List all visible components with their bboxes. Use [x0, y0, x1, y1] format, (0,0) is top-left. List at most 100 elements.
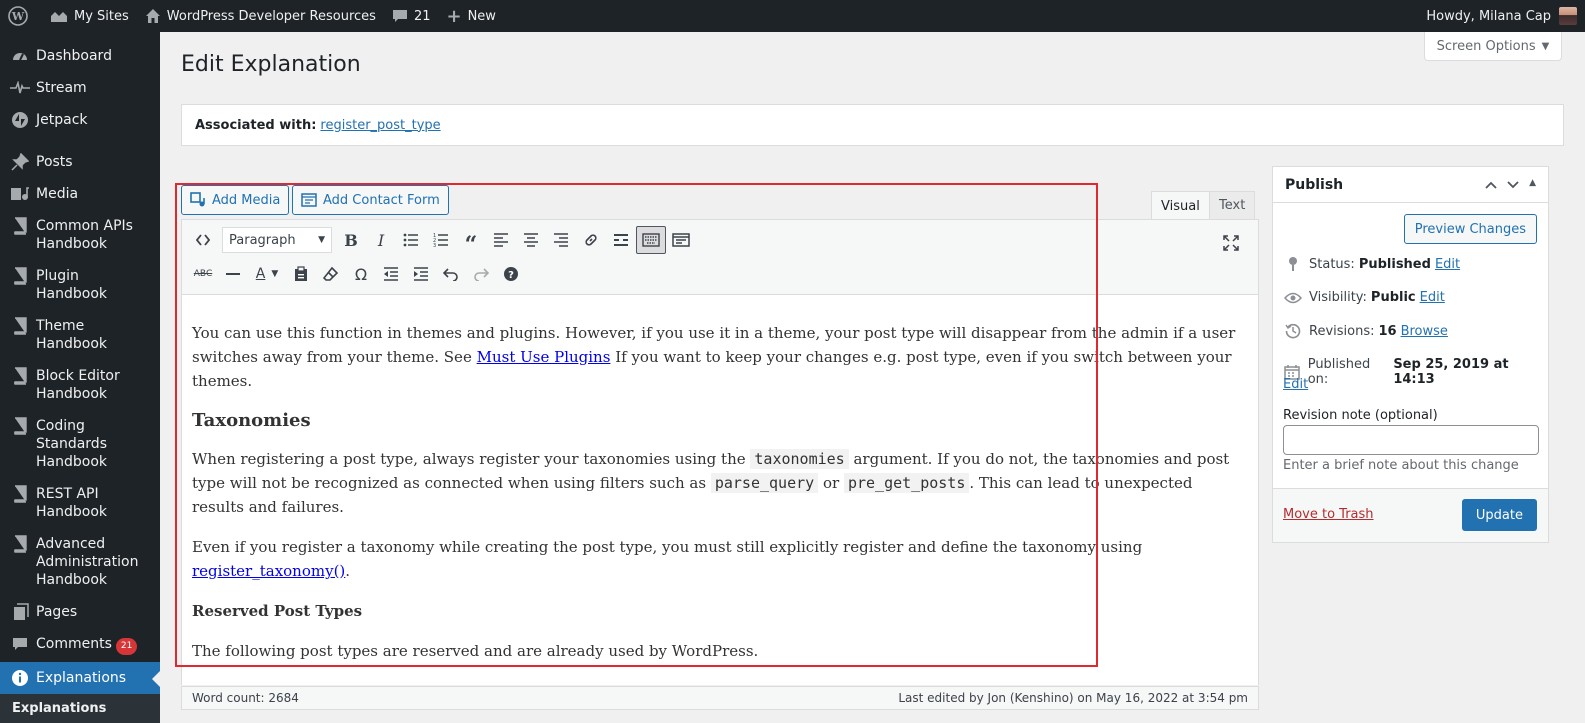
paste-text-icon[interactable] [286, 260, 316, 288]
clear-formatting-icon[interactable] [316, 260, 346, 288]
text-color-icon[interactable]: A ▼ [248, 260, 286, 288]
editor-content[interactable]: You can use this function in themes and … [181, 295, 1259, 685]
new-content-menu[interactable]: + New [438, 0, 503, 32]
align-center-icon[interactable] [516, 226, 546, 254]
numbered-list-icon[interactable]: 123 [426, 226, 456, 254]
content-text: or [822, 474, 840, 492]
howdy-label: Howdy, Milana Cap [1426, 8, 1551, 24]
contact-form-icon [301, 193, 317, 207]
horizontal-line-icon[interactable] [218, 260, 248, 288]
site-name-label: WordPress Developer Resources [166, 8, 376, 24]
tab-text[interactable]: Text [1209, 191, 1256, 219]
inline-code: taxonomies [750, 449, 849, 469]
sidebar-item-media[interactable]: Media [0, 178, 160, 210]
blockquote-icon[interactable]: “ [456, 226, 486, 256]
sidebar-item-rest-api-handbook[interactable]: REST API Handbook [0, 478, 160, 528]
revision-note-input[interactable] [1283, 425, 1539, 455]
edit-status-link[interactable]: Edit [1435, 257, 1460, 272]
book-icon [10, 417, 30, 435]
sidebar-item-jetpack[interactable]: Jetpack [0, 104, 160, 136]
jetpack-icon [10, 111, 30, 129]
browse-revisions-link[interactable]: Browse [1401, 324, 1448, 339]
sidebar-item-coding-standards-handbook[interactable]: Coding Standards Handbook [0, 410, 160, 478]
sidebar-item-advanced-administration-handbook[interactable]: Advanced Administration Handbook [0, 528, 160, 596]
page-icon [10, 603, 30, 621]
bold-icon[interactable]: B [336, 226, 366, 254]
publish-actions: Move to Trash Update [1273, 488, 1548, 542]
revisions-value: 16 [1378, 323, 1397, 339]
collapse-icon[interactable]: ▲ [1529, 178, 1536, 192]
book-icon [10, 217, 30, 235]
pin-icon [10, 153, 30, 171]
visibility-label: Visibility: [1309, 290, 1367, 305]
revisions-label: Revisions: [1309, 323, 1375, 339]
edit-date-link[interactable]: Edit [1283, 377, 1308, 392]
sidebar-item-stream[interactable]: Stream [0, 72, 160, 104]
register-taxonomy-link[interactable]: register_taxonomy() [192, 562, 345, 580]
my-sites-menu[interactable]: My Sites [42, 0, 137, 32]
indent-icon[interactable] [406, 260, 436, 288]
site-name-menu[interactable]: WordPress Developer Resources [137, 0, 384, 32]
format-select[interactable]: Paragraph ▼ [222, 227, 332, 253]
new-label: New [467, 8, 496, 24]
redo-icon[interactable] [466, 260, 496, 288]
word-count: Word count: 2684 [192, 691, 299, 705]
sidebar-item-dashboard[interactable]: Dashboard [0, 40, 160, 72]
sidebar-item-pages[interactable]: Pages [0, 596, 160, 628]
move-down-icon[interactable] [1507, 178, 1519, 192]
special-character-icon[interactable]: Ω [346, 260, 376, 288]
status-value: Published [1358, 256, 1431, 272]
sidebar-item-posts[interactable]: Posts [0, 146, 160, 178]
visibility-row: Visibility: Public Edit [1283, 290, 1445, 305]
inline-code: pre_get_posts [843, 473, 970, 493]
sidebar-item-common-apis-handbook[interactable]: Common APIs Handbook [0, 210, 160, 260]
editor-toolbar: Paragraph ▼ B I 123 “ ABC A ▼ Ω ? [181, 219, 1259, 295]
code-icon[interactable] [188, 226, 218, 254]
preview-changes-button[interactable]: Preview Changes [1403, 214, 1537, 244]
sidebar-item-explanations[interactable]: Explanations [0, 662, 160, 694]
read-more-icon[interactable] [606, 226, 636, 254]
sidebar-item-comments[interactable]: Comments 21 [0, 628, 160, 662]
align-right-icon[interactable] [546, 226, 576, 254]
home-icon [145, 8, 161, 24]
wordpress-logo-icon: W [8, 6, 28, 26]
tab-visual[interactable]: Visual [1151, 191, 1210, 220]
submenu-item-explanations[interactable]: Explanations [0, 694, 160, 723]
toolbar-toggle-icon[interactable] [636, 226, 666, 254]
strikethrough-icon[interactable]: ABC [188, 260, 218, 288]
list-item: post [232, 679, 1248, 685]
content-text: Even if you register a taxonomy while cr… [192, 538, 1143, 556]
move-up-icon[interactable] [1485, 178, 1497, 192]
update-button[interactable]: Update [1461, 499, 1537, 531]
form-embed-icon[interactable] [666, 226, 696, 254]
align-left-icon[interactable] [486, 226, 516, 254]
comment-bubble-icon [392, 8, 408, 24]
screen-options-button[interactable]: Screen Options ▼ [1424, 32, 1562, 61]
outdent-icon[interactable] [376, 260, 406, 288]
content-paragraph: The following post types are reserved an… [192, 642, 759, 660]
comments-menu[interactable]: 21 [384, 0, 439, 32]
italic-icon[interactable]: I [366, 226, 396, 254]
sidebar-item-block-editor-handbook[interactable]: Block Editor Handbook [0, 360, 160, 410]
bullet-list-icon[interactable] [396, 226, 426, 254]
undo-icon[interactable] [436, 260, 466, 288]
revisions-row: Revisions: 16 Browse [1283, 323, 1448, 339]
content-paragraph: Even if you register a taxonomy while cr… [192, 535, 1248, 583]
move-to-trash-link[interactable]: Move to Trash [1283, 507, 1374, 522]
add-media-button[interactable]: Add Media [181, 185, 290, 215]
link-icon[interactable] [576, 226, 606, 254]
sidebar-item-plugin-handbook[interactable]: Plugin Handbook [0, 260, 160, 310]
account-menu[interactable]: Howdy, Milana Cap [1426, 7, 1585, 25]
fullscreen-icon[interactable] [1216, 229, 1246, 257]
chevron-down-icon: ▼ [318, 235, 325, 245]
associated-function-link[interactable]: register_post_type [320, 118, 440, 133]
associated-with-box: Associated with: register_post_type [181, 104, 1564, 146]
sidebar-item-theme-handbook[interactable]: Theme Handbook [0, 310, 160, 360]
edit-visibility-link[interactable]: Edit [1420, 290, 1445, 305]
content-list: post page [192, 679, 1248, 685]
must-use-plugins-link[interactable]: Must Use Plugins [477, 348, 611, 366]
add-contact-form-button[interactable]: Add Contact Form [292, 185, 449, 215]
wordpress-logo-button[interactable]: W [0, 0, 42, 32]
content-paragraph: When registering a post type, always reg… [192, 447, 1248, 519]
help-icon[interactable]: ? [496, 260, 526, 288]
